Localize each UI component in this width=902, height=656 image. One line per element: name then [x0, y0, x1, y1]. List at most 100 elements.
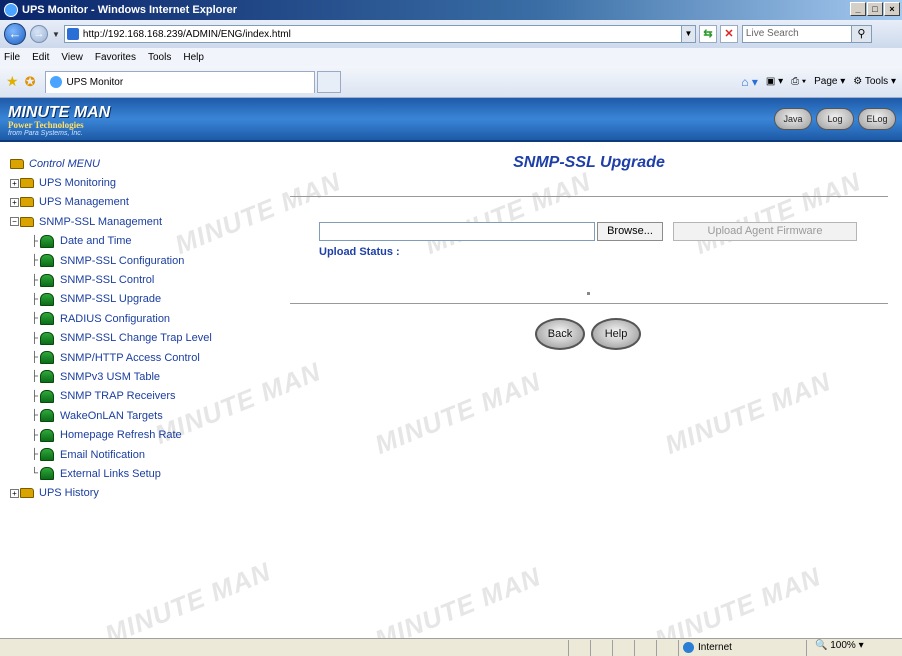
tree-folder-label: UPS Management [39, 196, 129, 209]
ups-icon [40, 448, 54, 462]
tree-item-snmp-ssl-control[interactable]: ├ SNMP-SSL Control [10, 270, 270, 289]
logo-line3: from Para Systems, Inc. [8, 130, 83, 137]
browse-button[interactable]: Browse... [597, 222, 663, 241]
tools-menu[interactable]: ⚙ Tools ▾ [853, 76, 896, 87]
tree-folder-ups-management[interactable]: + UPS Management [10, 193, 270, 212]
ups-icon [40, 234, 54, 248]
tree-item-label[interactable]: RADIUS Configuration [60, 313, 170, 325]
status-bar: Internet 🔍 100% ▾ [0, 638, 902, 656]
tab-label: UPS Monitor [66, 76, 124, 88]
search-input[interactable]: Live Search [741, 25, 852, 43]
tree-item-label[interactable]: SNMP-SSL Upgrade [60, 293, 161, 305]
tree-item-label[interactable]: Email Notification [60, 449, 145, 461]
tree-item-snmp-trap-receivers[interactable]: ├ SNMP TRAP Receivers [10, 387, 270, 406]
page-menu-label: Page [814, 76, 838, 87]
tree-item-label[interactable]: SNMP-SSL Control [60, 274, 154, 286]
feeds-icon[interactable]: ▣ ▾ [766, 76, 783, 87]
tree-item-label[interactable]: WakeOnLAN Targets [60, 410, 163, 422]
tools-menu-label: Tools [864, 76, 889, 87]
tab-ups-monitor[interactable]: UPS Monitor [45, 70, 316, 93]
address-dropdown-icon[interactable]: ▼ [680, 26, 695, 42]
tree-item-snmp-ssl-change-trap-level[interactable]: ├ SNMP-SSL Change Trap Level [10, 329, 270, 348]
print-icon[interactable]: ⎙ ▾ [791, 76, 806, 87]
tree-item-label[interactable]: SNMPv3 USM Table [60, 371, 160, 383]
forward-arrow-icon[interactable]: → [30, 25, 48, 43]
page-content: MINUTE MAN Power Technologies from Para … [0, 98, 902, 638]
page-menu[interactable]: Page ▾ [814, 76, 845, 87]
stop-icon[interactable]: ✕ [719, 25, 738, 43]
tree-item-email-notification[interactable]: ├ Email Notification [10, 445, 270, 464]
tree-item-homepage-refresh-rate[interactable]: ├ Homepage Refresh Rate [10, 425, 270, 444]
log-button[interactable]: Log [816, 108, 854, 130]
close-button[interactable]: × [884, 2, 900, 16]
maximize-button[interactable]: □ [867, 2, 883, 16]
expand-plus-icon[interactable]: + [10, 178, 19, 188]
home-icon[interactable]: ⌂ ▾ [741, 75, 758, 89]
tree-item-label[interactable]: Date and Time [60, 235, 132, 247]
expand-plus-icon[interactable]: + [10, 197, 19, 207]
minimize-button[interactable]: _ [850, 2, 866, 16]
menu-help[interactable]: Help [183, 52, 204, 63]
tree-item-snmpv3-usm-table[interactable]: ├ SNMPv3 USM Table [10, 367, 270, 386]
favorites-star-icon[interactable]: ★ [6, 73, 19, 90]
security-zone[interactable]: Internet [678, 639, 806, 656]
tree-item-radius-configuration[interactable]: ├ RADIUS Configuration [10, 309, 270, 328]
tree-item-date-and-time[interactable]: ├ Date and Time [10, 232, 270, 251]
menu-tools[interactable]: Tools [148, 52, 171, 63]
tree-item-snmp-ssl-upgrade[interactable]: ├ SNMP-SSL Upgrade [10, 290, 270, 309]
tree-item-label[interactable]: SNMP-SSL Change Trap Level [60, 332, 212, 344]
url-text[interactable]: http://192.168.168.239/ADMIN/ENG/index.h… [83, 29, 291, 40]
menu-view[interactable]: View [61, 52, 83, 63]
address-toolbar: ← → ▼ http://192.168.168.239/ADMIN/ENG/i… [0, 20, 902, 48]
watermark: MINUTE MAN [420, 166, 596, 260]
tree-item-external-links-setup[interactable]: └ External Links Setup [10, 464, 270, 483]
status-dot [587, 292, 590, 295]
history-dropdown-icon[interactable]: ▼ [52, 30, 60, 39]
back-button[interactable]: Back [535, 318, 585, 350]
help-button[interactable]: Help [591, 318, 641, 350]
upload-agent-firmware-button[interactable]: Upload Agent Firmware [673, 222, 857, 241]
menu-file[interactable]: File [4, 52, 20, 63]
tree-root[interactable]: Control MENU [10, 154, 270, 173]
tree-item-wakeonlan-targets[interactable]: ├ WakeOnLAN Targets [10, 406, 270, 425]
tree-connector: ├ [30, 352, 38, 364]
status-cell [612, 639, 634, 656]
status-cell [568, 639, 590, 656]
back-arrow-icon[interactable]: ← [4, 23, 26, 45]
ups-icon [40, 370, 54, 384]
firmware-file-input[interactable] [319, 222, 595, 241]
tree-item-snmp-http-access-control[interactable]: ├ SNMP/HTTP Access Control [10, 348, 270, 367]
add-favorites-icon[interactable]: ✪ [25, 74, 36, 90]
menu-favorites[interactable]: Favorites [95, 52, 136, 63]
zoom-level[interactable]: 🔍 100% ▾ [806, 639, 872, 656]
header-buttons: Java Log ELog [774, 108, 896, 130]
watermark: MINUTE MAN [690, 166, 866, 260]
ie-icon [4, 3, 18, 17]
tree-folder-ups-history[interactable]: + UPS History [10, 484, 270, 503]
tree-folder-snmp-ssl-management[interactable]: − SNMP-SSL Management [10, 212, 270, 231]
tab-ie-icon [50, 76, 63, 88]
tree-item-label[interactable]: External Links Setup [60, 468, 161, 480]
security-zone-label: Internet [698, 642, 732, 653]
tree-item-label[interactable]: SNMP-SSL Configuration [60, 255, 184, 267]
tree-item-snmp-ssl-configuration[interactable]: ├ SNMP-SSL Configuration [10, 251, 270, 270]
tree-item-label[interactable]: Homepage Refresh Rate [60, 429, 182, 441]
tree-connector: ├ [30, 255, 38, 267]
elog-button[interactable]: ELog [858, 108, 896, 130]
collapse-minus-icon[interactable]: − [10, 217, 19, 227]
tree-item-label[interactable]: SNMP TRAP Receivers [60, 390, 176, 402]
tree-folder-ups-monitoring[interactable]: + UPS Monitoring [10, 173, 270, 192]
tree-connector: ├ [30, 429, 38, 441]
menu-edit[interactable]: Edit [32, 52, 49, 63]
refresh-icon[interactable]: ⇆ [698, 25, 717, 43]
divider-bottom [290, 303, 888, 304]
upload-row: Browse... Upload Agent Firmware [319, 222, 857, 241]
expand-plus-icon[interactable]: + [10, 488, 19, 498]
address-bar[interactable]: http://192.168.168.239/ADMIN/ENG/index.h… [63, 25, 696, 43]
new-tab-button[interactable] [317, 70, 342, 93]
search-icon[interactable]: ⚲ [851, 25, 872, 43]
java-button[interactable]: Java [774, 108, 812, 130]
ups-icon [40, 428, 54, 442]
tree-item-label[interactable]: SNMP/HTTP Access Control [60, 352, 200, 364]
ups-icon [40, 292, 54, 306]
